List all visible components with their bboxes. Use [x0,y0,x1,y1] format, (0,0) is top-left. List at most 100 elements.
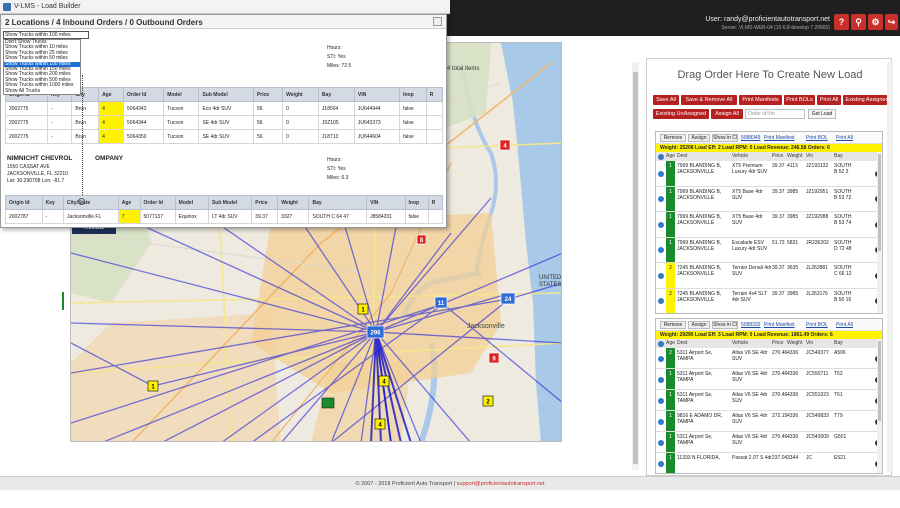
print-bol-link[interactable]: Print BOL [806,135,828,141]
column-header[interactable]: Age [117,195,141,210]
add-location-icon[interactable] [78,198,85,205]
info-icon[interactable] [658,221,664,228]
show-in-cl-button[interactable]: Show in Cl [712,321,738,329]
column-header[interactable]: Weight [277,195,310,210]
drop-zone-title[interactable]: Drag Order Here To Create New Load [647,69,891,81]
column-header[interactable]: Price [772,152,783,161]
info-icon[interactable] [658,153,664,160]
column-header[interactable]: Weight [787,339,802,348]
load-row[interactable]: 1 7999 BLANDING B, JACKSONVILLE XT5 Base 4… [656,186,882,212]
column-header[interactable]: Key [41,195,65,210]
load-row[interactable]: 1 7999 BLANDING B, JACKSONVILLE Escalade E… [656,237,882,263]
info-icon[interactable] [658,272,664,279]
column-header[interactable]: Vin [806,339,813,348]
support-link[interactable]: support@proficientautotransport.net [457,481,545,487]
info-icon[interactable] [658,355,664,362]
existing-assigned-button[interactable]: Existing Assigned [843,95,891,105]
order-id-input[interactable]: Order Id/Vin [745,109,805,119]
info-icon[interactable] [658,460,664,467]
table-row[interactable]: 2002775- Brun 4 5064344 Tucson SE 4dr SUV 56 0 J… [5,115,444,130]
table-row[interactable]: 2002775- Brun 4 5064342 Tucson Eco 4dr SUV 56 0… [5,101,444,116]
print-bols-button[interactable]: Print BOLs [784,95,815,105]
load-row[interactable]: 1 9816 E ADAMO DR, TAMPA Atlas V6 SE 4dr S… [656,411,882,432]
info-icon[interactable] [658,298,664,305]
info-icon[interactable] [658,418,664,425]
print-manifest-link[interactable]: Print Manifest [764,322,795,328]
print-all-link[interactable]: Print All [836,135,853,141]
column-header[interactable]: Vehicle [732,152,748,161]
column-header[interactable]: Price [252,87,284,102]
close-icon[interactable] [433,17,442,26]
column-header[interactable]: Price [251,195,279,210]
column-header[interactable]: Dest [677,152,687,161]
column-header[interactable]: Order Id [123,87,165,102]
column-header[interactable]: Bay [834,152,843,161]
info-icon[interactable] [658,376,664,383]
info-icon[interactable] [658,170,664,177]
save-all-button[interactable]: Save All [653,95,679,105]
table-row[interactable]: 2002775- Brun 4 5064350 Tucson SE 4dr SUV 56 0 J… [5,129,444,144]
load-row[interactable]: 1 7999 BLANDING B, JACKSONVILLE XT5 Premiu… [656,161,882,187]
load-scrollbar[interactable] [877,152,882,313]
column-header[interactable]: Sub Model [198,87,254,102]
column-header[interactable]: VIN [353,87,401,102]
trucks-distance-select[interactable]: Show Trucks within 100 miles [3,31,89,39]
column-header[interactable]: Order Id [139,195,176,210]
column-header[interactable]: Bay [308,195,368,210]
remove-load-button[interactable]: Remove [660,321,686,329]
column-header[interactable]: Weight [282,87,319,102]
column-header[interactable]: Inop [404,195,429,210]
table-row[interactable]: 2002787- Jacksonville FL 7 5077137 Equinox LT… [5,209,444,224]
load-row[interactable]: 1 7999 BLANDING B, JACKSONVILLE XT5 Base 4… [656,212,882,238]
column-header[interactable]: Age [98,87,125,102]
column-header[interactable]: R [425,87,444,102]
column-header[interactable]: Dest [677,339,687,348]
column-header[interactable]: Model [174,195,209,210]
print-all-link[interactable]: Print All [836,322,853,328]
load-row[interactable]: 1 5311 Airport Se, TAMPA Atlas V6 SE 4dr S… [656,369,882,390]
info-icon[interactable] [658,196,664,203]
load-row[interactable]: 1 5311 Airport Se, TAMPA Atlas V6 SE 4dr S… [656,432,882,453]
map-scrollbar[interactable] [632,62,639,470]
column-header[interactable]: Vehicle [732,339,748,348]
column-header[interactable]: Sub Model [207,195,253,210]
existing-unassigned-button[interactable]: Existing UnAssigned [653,109,709,119]
save-remove-all-button[interactable]: Save & Remove All [681,95,737,105]
column-header[interactable]: Age [666,152,675,161]
load-row[interactable]: 2 7245 BLANDING B, JACKSONVILLE Terrain De… [656,263,882,289]
column-header[interactable]: Origin Id [5,195,43,210]
right-scrollbar[interactable] [887,62,893,472]
column-header[interactable]: VIN [366,195,406,210]
column-header[interactable]: R [427,195,444,210]
load-scrollbar[interactable] [877,339,882,473]
load-row[interactable]: 2 5311 Airport Se, TAMPA Atlas V6 SE 4dr S… [656,348,882,369]
help-icon[interactable]: ? [834,14,849,30]
gear-icon[interactable]: ⚙ [868,14,883,30]
assign-load-button[interactable]: Assign [688,321,710,329]
column-header[interactable]: Weight [787,152,802,161]
column-header[interactable]: City/State [63,195,119,210]
column-header[interactable]: Inop [399,87,427,102]
info-icon[interactable] [658,439,664,446]
trucks-dropdown-list[interactable]: Don't Show Trucks Show Trucks within 10 m… [3,39,81,95]
get-load-button[interactable]: Get Load [808,109,836,119]
load-row[interactable]: 1 5311 Airport Se, TAMPA Atlas V6 SE 4dr S… [656,390,882,411]
truck-option[interactable]: Show All Trucks [4,88,80,94]
load-row[interactable]: 2 7245 BLANDING B, JACKSONVILLE Terrain 4x… [656,288,882,313]
remove-load-button[interactable]: Remove [660,134,686,142]
load-id-link[interactable]: 5088349 [741,135,760,141]
print-bol-link[interactable]: Print BOL [806,322,828,328]
column-header[interactable]: Model [163,87,200,102]
logout-icon[interactable]: ↪ [885,14,898,30]
info-icon[interactable] [658,340,664,347]
print-all-button[interactable]: Print All [817,95,841,105]
assign-all-button[interactable]: Assign All [711,109,743,119]
column-header[interactable]: Age [666,339,675,348]
info-icon[interactable] [658,397,664,404]
show-in-cl-button[interactable]: Show in Cl [712,134,738,142]
column-header[interactable]: Bay [317,87,355,102]
info-icon[interactable] [658,247,664,254]
print-manifests-button[interactable]: Print Manifests [739,95,782,105]
column-header[interactable]: Price [772,339,783,348]
print-manifest-link[interactable]: Print Manifest [764,135,795,141]
